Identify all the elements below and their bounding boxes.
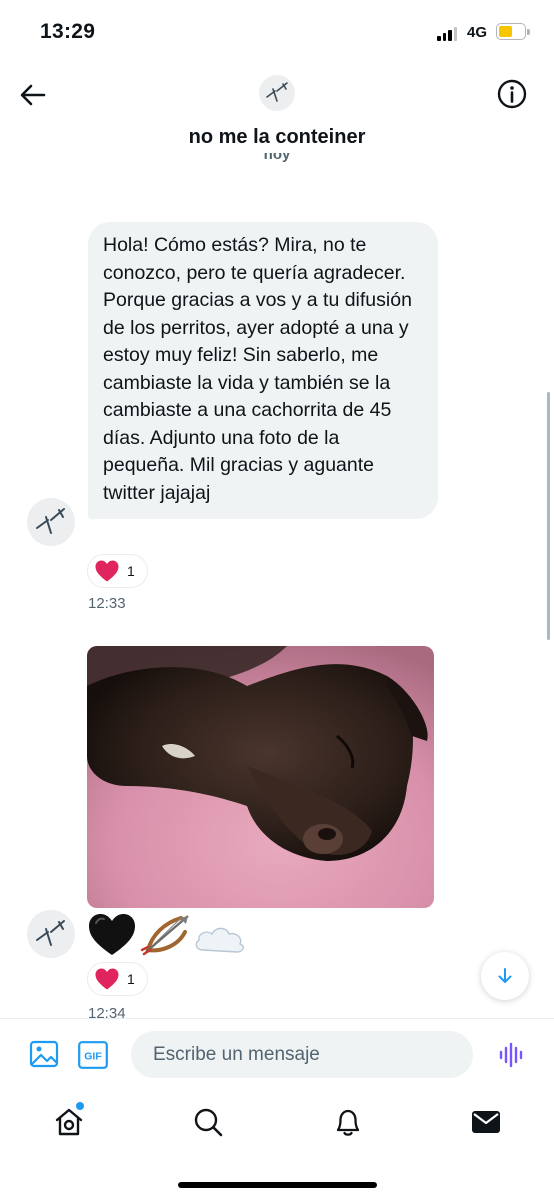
message-input-placeholder: Escribe un mensaje: [153, 1043, 320, 1065]
image-icon[interactable]: [29, 1039, 59, 1069]
message-time: 12:34: [88, 1005, 126, 1022]
home-notification-dot: [76, 1102, 84, 1110]
conversation-avatar[interactable]: [259, 75, 295, 111]
reaction-badge[interactable]: 1: [87, 962, 148, 996]
gif-label: GIF: [84, 1051, 102, 1063]
search-icon[interactable]: [192, 1106, 224, 1138]
message-input[interactable]: Escribe un mensaje: [131, 1031, 473, 1078]
notifications-bell-icon[interactable]: [332, 1106, 364, 1138]
back-arrow-icon[interactable]: [18, 80, 48, 110]
message-bubble[interactable]: Hola! Cómo estás? Mira, no te conozco, p…: [88, 222, 438, 519]
heart-reaction-icon: [95, 968, 119, 990]
home-icon[interactable]: [53, 1106, 85, 1138]
scrollbar-thumb[interactable]: [547, 392, 550, 640]
avatar-sketch-icon: [266, 82, 288, 102]
date-separator: hoy: [263, 153, 291, 163]
message-photo[interactable]: [87, 646, 434, 908]
conversation-title: no me la conteiner: [188, 126, 366, 148]
message-time: 12:33: [88, 595, 126, 612]
home-indicator[interactable]: [178, 1182, 377, 1188]
bow-and-arrow-icon: [140, 915, 189, 956]
arrow-down-icon: [498, 968, 512, 983]
gif-button[interactable]: GIF: [78, 1041, 108, 1069]
scroll-to-bottom-button[interactable]: [481, 952, 529, 1000]
sender-avatar[interactable]: [27, 498, 75, 546]
avatar-sketch-icon: [36, 920, 65, 946]
signal-strength-icon: [437, 25, 457, 41]
composer-divider: [0, 1018, 554, 1019]
messages-envelope-icon[interactable]: [470, 1106, 502, 1138]
emoji-message[interactable]: 🖤🏹☁️: [86, 910, 256, 960]
sender-avatar[interactable]: [27, 910, 75, 958]
heart-reaction-icon: [95, 560, 119, 582]
cloud-icon: [195, 927, 244, 953]
reaction-count: 1: [127, 971, 135, 987]
puppy-photo: [87, 646, 434, 908]
avatar-sketch-icon: [36, 508, 65, 534]
voice-message-icon[interactable]: [497, 1040, 527, 1070]
info-icon[interactable]: [496, 78, 528, 110]
network-type: 4G: [467, 24, 488, 41]
battery-icon: [496, 23, 530, 40]
black-heart-icon: [89, 914, 135, 955]
status-time: 13:29: [40, 20, 96, 43]
reaction-badge[interactable]: 1: [87, 554, 148, 588]
reaction-count: 1: [127, 563, 135, 579]
